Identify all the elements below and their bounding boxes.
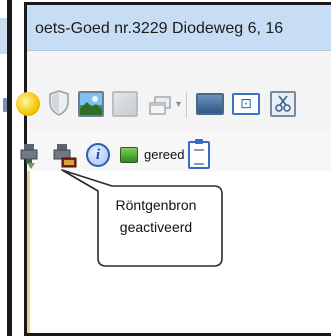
adjacent-toolbar-icon (3, 98, 7, 112)
image-disabled-icon (112, 91, 138, 117)
shield-icon[interactable] (48, 90, 70, 116)
viewport-edge (27, 171, 30, 333)
monitor-icon[interactable] (196, 93, 224, 115)
app-window: oets-Goed nr.3229 Diodeweg 6, 16 (24, 2, 331, 336)
adjacent-titlebar (0, 18, 7, 54)
chevron-down-icon[interactable]: ▾ (176, 99, 181, 110)
tooltip-line-2: geactiveerd (119, 219, 193, 235)
status-label: gereed (144, 147, 185, 162)
status-indicator-icon (120, 147, 138, 163)
sun-icon[interactable] (16, 92, 40, 116)
scissors-image-icon[interactable] (270, 91, 296, 117)
clipboard-icon[interactable] (188, 139, 210, 169)
image-icon[interactable] (78, 91, 104, 117)
toolbar-separator (186, 92, 187, 118)
info-icon[interactable]: i (86, 143, 110, 167)
xray-detector-icon[interactable] (52, 143, 78, 169)
tooltip-line-1: Röntgenbron (115, 197, 197, 213)
adjacent-window-edge (0, 0, 18, 336)
xray-source-icon[interactable] (18, 143, 42, 169)
fit-screen-icon[interactable]: ⊡ (232, 93, 260, 115)
window-border (7, 0, 12, 336)
title-bar[interactable]: oets-Goed nr.3229 Diodeweg 6, 16 (27, 5, 331, 51)
tooltip-text: Röntgenbron geactiveerd (86, 194, 226, 238)
windows-icon[interactable] (148, 95, 172, 117)
window-title: oets-Goed nr.3229 Diodeweg 6, 16 (35, 20, 284, 37)
